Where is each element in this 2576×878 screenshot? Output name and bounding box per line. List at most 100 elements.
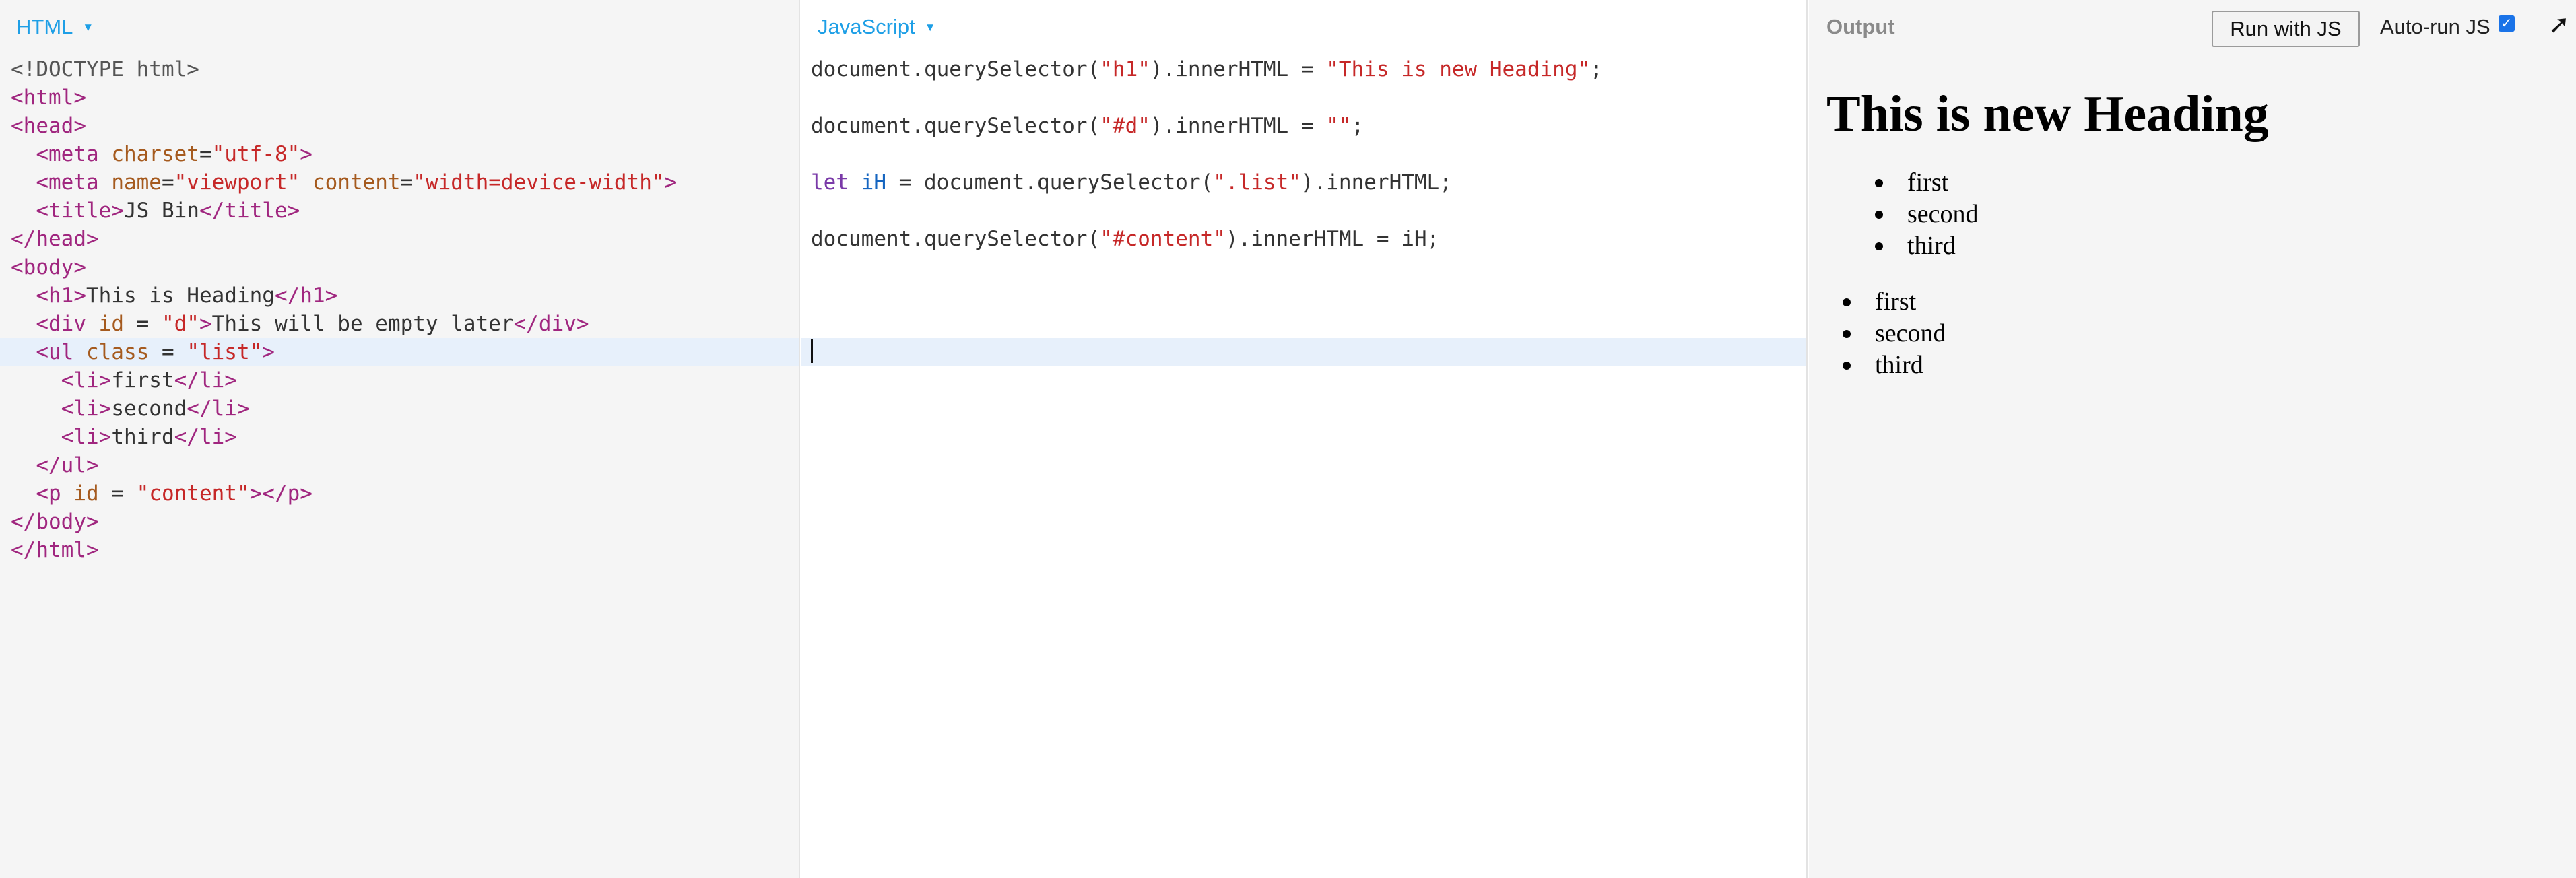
html-code-line[interactable]: <div id = "d">This will be empty later</… [0,310,799,338]
html-panel-label: HTML [16,15,73,38]
code-token: </head> [11,227,99,251]
html-code-line[interactable]: </body> [0,508,799,536]
output-preview: This is new Heading first second third f… [1826,86,2563,381]
code-token: <head> [11,114,86,138]
code-token: </h1> [274,283,338,308]
code-token: <title> [36,199,124,223]
list-item: second [1875,199,2563,230]
arrow-up-right-icon[interactable]: ➚ [2548,9,2570,40]
html-code-line[interactable]: <html> [0,83,799,112]
code-token: second [111,397,187,421]
code-token: = [400,170,414,195]
js-code-line[interactable] [801,253,1806,281]
html-code-line[interactable]: <p id = "content"></p> [0,479,799,508]
js-code-line[interactable] [801,338,1806,366]
code-token: <html> [11,86,86,110]
code-token: <meta [36,170,112,195]
run-with-js-button[interactable]: Run with JS [2212,11,2360,47]
html-code-line[interactable]: <body> [0,253,799,281]
html-code-line[interactable]: <li>first</li> [0,366,799,395]
javascript-code-editor[interactable]: document.querySelector("h1").innerHTML =… [801,55,1806,366]
code-token: <p [36,481,74,506]
code-token: "utf-8" [211,142,300,166]
js-code-line[interactable]: let iH = document.querySelector(".list")… [801,168,1806,197]
html-code-line[interactable]: </html> [0,536,799,564]
code-token: third [111,425,174,449]
code-token: = [161,170,174,195]
html-code-line[interactable]: <meta name="viewport" content="width=dev… [0,168,799,197]
code-token: "h1" [1100,57,1150,81]
code-token: <li> [61,368,112,393]
js-code-line[interactable] [801,83,1806,112]
html-code-line[interactable]: <ul class = "list"> [0,338,799,366]
output-heading: This is new Heading [1826,86,2269,142]
code-token: <li> [61,425,112,449]
js-code-line[interactable] [801,310,1806,338]
code-token: "#d" [1100,114,1150,138]
code-token: ; [1351,114,1364,138]
html-panel-dropdown[interactable]: HTML ▼ [16,15,94,39]
js-code-line[interactable] [801,197,1806,225]
code-token: <li> [61,397,112,421]
code-token: id [73,481,99,506]
code-token: ).innerHTML = iH; [1225,227,1440,251]
js-code-line[interactable] [801,140,1806,168]
code-token: <div [36,312,99,336]
dropdown-caret-icon: ▼ [82,21,94,34]
code-token: <ul [36,340,86,364]
code-token: ).innerHTML = [1150,57,1327,81]
code-token: > [664,170,678,195]
code-token: "list" [187,340,263,364]
code-token: ).innerHTML = [1150,114,1327,138]
autorun-toggle[interactable]: Auto-run JS ✓ [2380,15,2515,39]
html-code-line[interactable]: <!DOCTYPE html> [0,55,799,83]
code-token: <h1> [36,283,86,308]
code-token: </li> [174,425,237,449]
html-code-line[interactable]: <h1>This is Heading</h1> [0,281,799,310]
code-token: </ul> [36,453,99,477]
js-code-line[interactable]: document.querySelector("#content").inner… [801,225,1806,253]
html-code-line[interactable]: <li>third</li> [0,423,799,451]
code-token: = [123,312,162,336]
html-code-line[interactable]: <title>JS Bin</title> [0,197,799,225]
code-token: let [811,170,849,195]
code-token: content [312,170,401,195]
dropdown-caret-icon: ▼ [924,21,936,34]
html-code-line[interactable]: </head> [0,225,799,253]
code-token: > [199,312,212,336]
code-token: > [300,142,312,166]
code-token: "This is new Heading" [1326,57,1591,81]
js-code-line[interactable] [801,281,1806,310]
js-code-line[interactable]: document.querySelector("#d").innerHTML =… [801,112,1806,140]
code-token: </body> [11,510,99,534]
html-code-editor[interactable]: <!DOCTYPE html> <html> <head> <meta charse… [0,55,799,564]
code-token: </title> [199,199,300,223]
code-token: = [199,142,212,166]
code-token: <body> [11,255,86,279]
html-code-line[interactable]: <meta charset="utf-8"> [0,140,799,168]
code-token: "d" [161,312,199,336]
javascript-panel-dropdown[interactable]: JavaScript ▼ [818,15,936,39]
js-code-line[interactable]: document.querySelector("h1").innerHTML =… [801,55,1806,83]
autorun-checkbox[interactable]: ✓ [2498,15,2515,32]
html-code-line[interactable]: </ul> [0,451,799,479]
output-list-content: first second third [1826,286,2563,381]
code-token: > [262,340,275,364]
autorun-label: Auto-run JS [2380,15,2490,38]
code-token: </div> [513,312,589,336]
output-panel-label: Output [1826,15,1895,38]
html-code-line[interactable]: <li>second</li> [0,395,799,423]
code-token: JS Bin [123,199,199,223]
code-token: class [86,340,150,364]
text-cursor [811,339,813,363]
html-code-line[interactable]: <head> [0,112,799,140]
